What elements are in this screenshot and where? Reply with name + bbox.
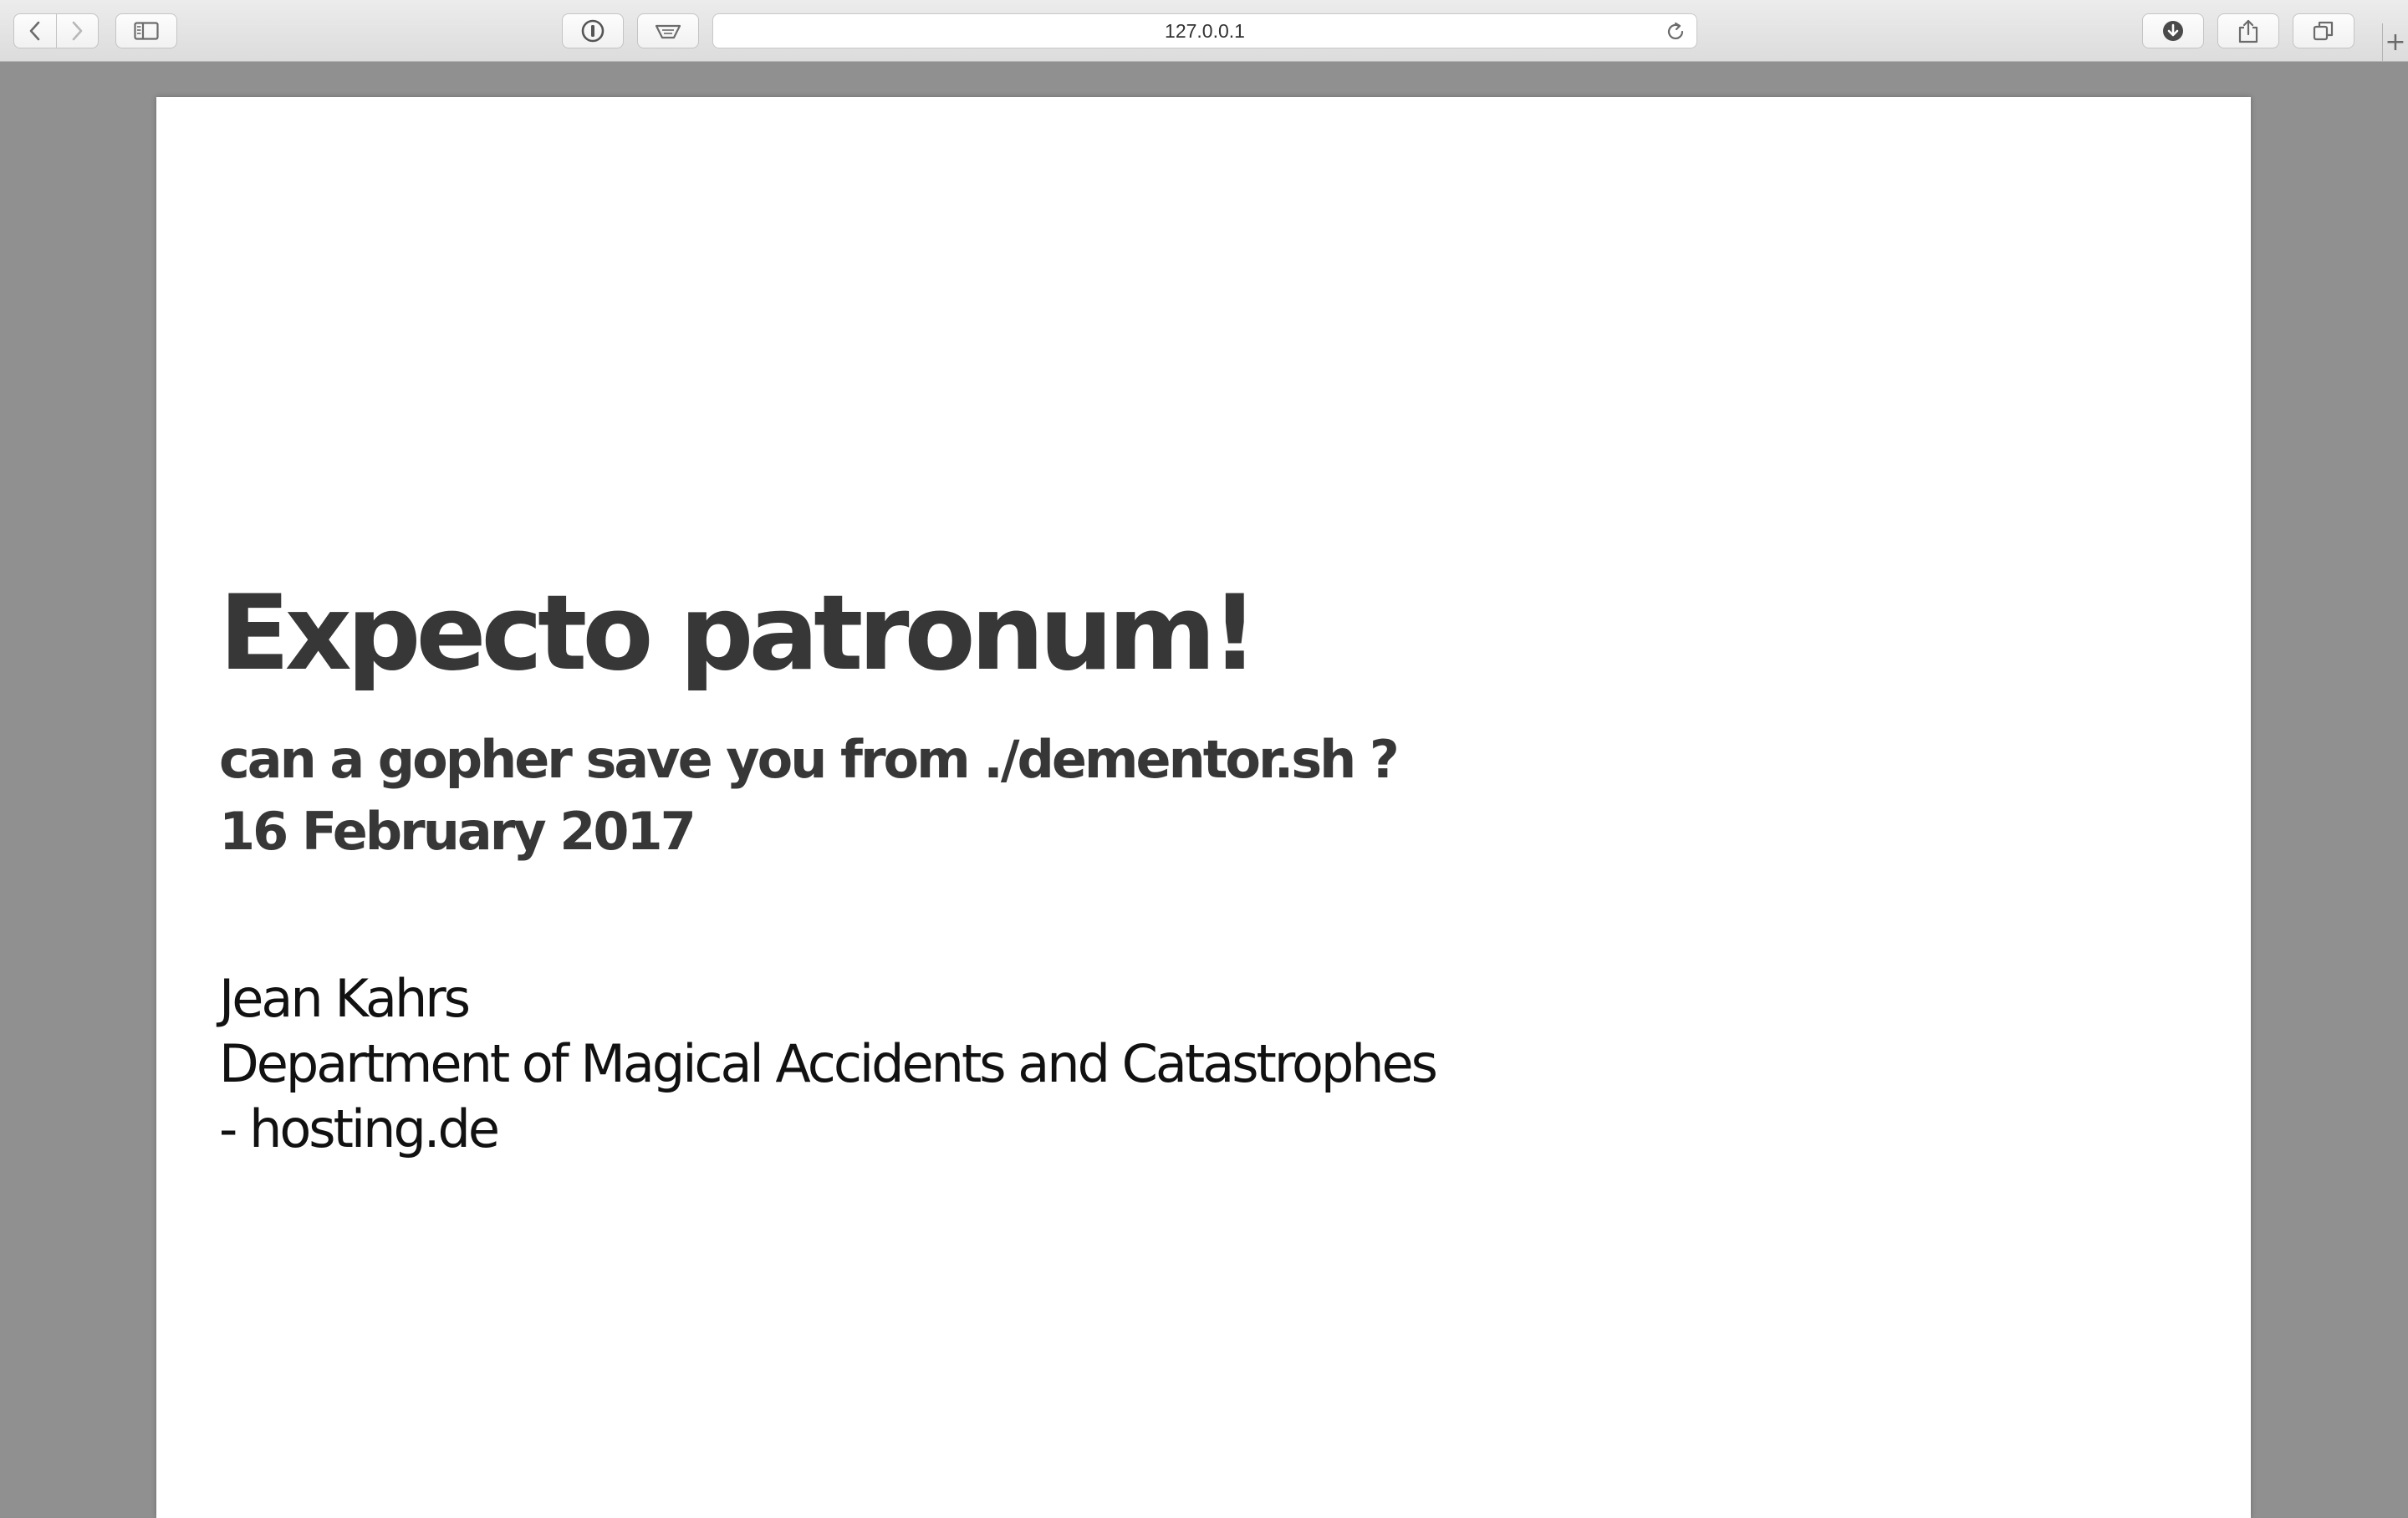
author-department: Department of Magical Accidents and Cata… (219, 1033, 1438, 1094)
share-button[interactable] (2217, 13, 2279, 48)
presentation-date: 16 February 2017 (219, 801, 696, 862)
forward-button[interactable] (55, 14, 99, 48)
address-bar[interactable]: 127.0.0.1 (712, 13, 1697, 48)
tabs-overview-button[interactable] (2293, 13, 2354, 48)
slide-title: Expecto patronum! (219, 573, 1258, 694)
author-name: Jean Kahrs (219, 968, 471, 1029)
browser-toolbar: 127.0.0.1 + (0, 0, 2408, 62)
author-block: Jean Kahrs Department of Magical Acciden… (219, 966, 1438, 1162)
download-icon (2163, 21, 2183, 41)
password-manager-icon (581, 19, 605, 43)
downloads-button[interactable] (2142, 13, 2204, 48)
slide-subtitle: can a gopher save you from ./dementor.sh… (219, 724, 1400, 868)
address-text: 127.0.0.1 (1165, 19, 1245, 42)
navigation-buttons (13, 13, 99, 48)
new-tab-button[interactable]: + (2382, 23, 2408, 62)
share-icon (2238, 19, 2258, 43)
back-button[interactable] (14, 14, 56, 48)
password-manager-button[interactable] (562, 13, 624, 48)
slide: Expecto patronum! can a gopher save you … (156, 97, 2251, 1518)
chevron-left-icon (29, 21, 40, 41)
reader-icon (655, 24, 681, 39)
sidebar-icon (134, 22, 159, 40)
chevron-right-icon (72, 21, 83, 41)
page-viewport: Expecto patronum! can a gopher save you … (0, 62, 2408, 1518)
reader-button[interactable] (637, 13, 699, 48)
plus-icon: + (2385, 28, 2406, 57)
subtitle-line: can a gopher save you from ./dementor.sh… (219, 729, 1400, 790)
tabs-overview-icon (2313, 21, 2334, 41)
author-company: - hosting.de (219, 1098, 500, 1159)
sidebar-button[interactable] (115, 13, 177, 48)
reload-icon[interactable] (1665, 21, 1686, 43)
